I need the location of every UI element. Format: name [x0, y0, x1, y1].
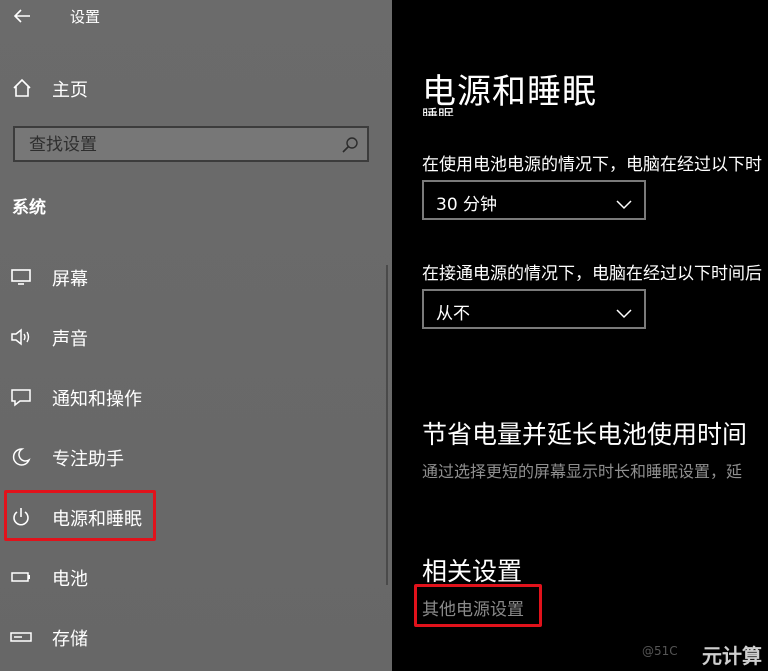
dropdown-value: 30 分钟 — [436, 195, 498, 215]
search-input[interactable] — [27, 132, 331, 158]
home-icon — [12, 78, 32, 98]
sidebar-item-notifications[interactable]: 通知和操作 — [0, 377, 392, 417]
main-content: 电源和睡眠 睡眠 在使用电池电源的情况下，电脑在经过以下时 30 分钟 在接通电… — [392, 0, 768, 671]
plugged-sleep-dropdown[interactable]: 从不 — [422, 289, 646, 329]
battery-sleep-dropdown[interactable]: 30 分钟 — [422, 180, 646, 220]
sidebar-item-label: 专注助手 — [52, 449, 124, 470]
sidebar-item-battery[interactable]: 电池 — [0, 557, 392, 597]
watermark: 元计算 — [702, 644, 762, 668]
title-bar: 设置 — [0, 0, 392, 32]
sidebar-item-display[interactable]: 屏幕 — [0, 257, 392, 297]
search-box[interactable] — [13, 126, 369, 162]
sidebar-scrollbar[interactable] — [386, 265, 388, 585]
related-settings-heading: 相关设置 — [422, 557, 523, 586]
save-power-heading: 节省电量并延长电池使用时间 — [422, 420, 748, 449]
sidebar-item-storage[interactable]: 存储 — [0, 617, 392, 657]
storage-icon — [10, 627, 32, 647]
watermark-small: @51C — [642, 644, 678, 658]
sidebar-home-label: 主页 — [52, 80, 88, 101]
sidebar-item-label: 通知和操作 — [52, 389, 142, 410]
moon-icon — [10, 447, 32, 467]
clipped-section-heading: 睡眠 — [422, 106, 455, 116]
speaker-icon — [10, 327, 32, 347]
battery-icon — [10, 567, 32, 587]
save-power-description: 通过选择更短的屏幕显示时长和睡眠设置，延 — [422, 462, 743, 481]
sidebar-item-focus-assist[interactable]: 专注助手 — [0, 437, 392, 477]
dropdown-value: 从不 — [436, 304, 470, 324]
sidebar: 设置 主页 系统 屏幕 声音 通知和操作 专注助手 — [0, 0, 392, 671]
notification-icon — [10, 387, 32, 407]
sidebar-item-label: 声音 — [52, 329, 88, 350]
plugged-sleep-label: 在接通电源的情况下，电脑在经过以下时间后 — [422, 264, 762, 284]
link-highlight-box — [414, 584, 542, 627]
monitor-icon — [10, 267, 32, 287]
selection-highlight-box — [4, 490, 156, 541]
battery-sleep-label: 在使用电池电源的情况下，电脑在经过以下时 — [422, 155, 762, 175]
back-arrow-icon[interactable] — [10, 4, 34, 28]
window-title: 设置 — [70, 8, 101, 26]
chevron-down-icon — [616, 195, 632, 210]
section-title: 系统 — [12, 198, 46, 218]
sidebar-item-label: 存储 — [52, 629, 88, 650]
sidebar-item-label: 屏幕 — [52, 269, 88, 290]
sidebar-item-sound[interactable]: 声音 — [0, 317, 392, 357]
sidebar-item-home[interactable]: 主页 — [0, 70, 392, 106]
search-icon[interactable] — [341, 136, 359, 154]
chevron-down-icon — [616, 304, 632, 319]
sidebar-item-label: 电池 — [52, 569, 88, 590]
